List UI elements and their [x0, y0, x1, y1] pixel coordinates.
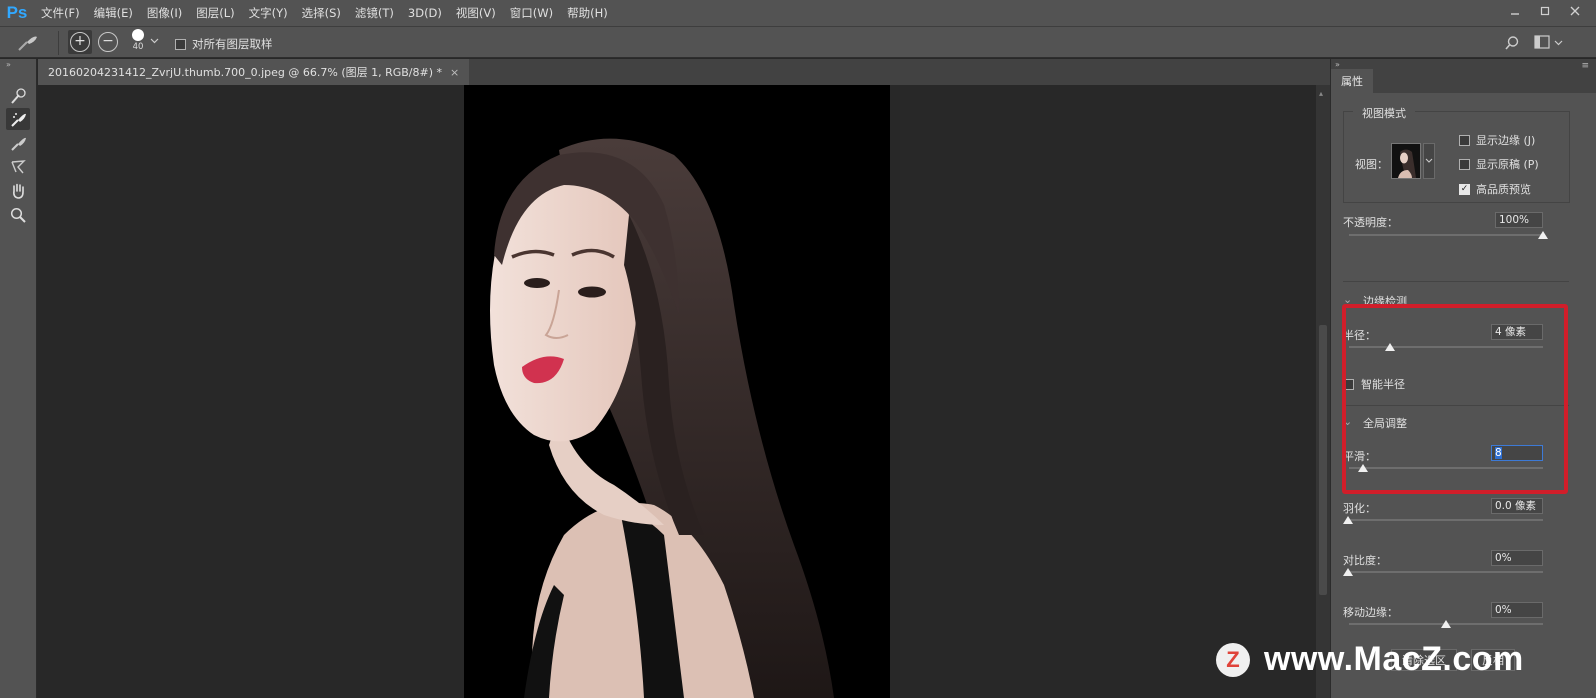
show-original-checkbox[interactable] — [1459, 158, 1470, 170]
brush-tip-icon — [132, 29, 144, 41]
high-quality-option[interactable]: ✓ 高品质预览 — [1459, 181, 1531, 197]
brush-size-picker[interactable]: 40 — [126, 29, 150, 52]
collapse-toolbar-icon[interactable]: » — [6, 60, 11, 69]
high-quality-checkbox[interactable]: ✓ — [1459, 183, 1470, 195]
window-controls — [1500, 2, 1590, 22]
view-mode-title: 视图模式 — [1353, 105, 1415, 121]
opacity-label: 不透明度： — [1343, 216, 1398, 229]
high-quality-label: 高品质预览 — [1476, 183, 1531, 196]
opacity-field[interactable]: 100% — [1495, 212, 1543, 228]
shift-edge-slider-thumb[interactable] — [1441, 620, 1451, 628]
close-icon[interactable] — [1560, 2, 1590, 22]
feather-slider[interactable] — [1349, 519, 1543, 521]
lasso-icon[interactable] — [6, 156, 30, 178]
portrait-thumbnail-icon — [1392, 144, 1420, 178]
document-image — [464, 85, 890, 698]
opacity-slider-thumb[interactable] — [1538, 231, 1548, 239]
portrait-photo — [490, 138, 834, 698]
menu-3d[interactable]: 3D(D) — [401, 6, 449, 20]
options-divider — [58, 31, 59, 55]
feather-slider-thumb[interactable] — [1343, 516, 1353, 524]
canvas-area[interactable] — [38, 85, 1316, 698]
search-icon[interactable] — [1504, 35, 1520, 54]
menu-file[interactable]: 文件(F) — [34, 5, 87, 21]
scrollbar-thumb[interactable] — [1319, 325, 1327, 595]
menu-image[interactable]: 图像(I) — [140, 5, 189, 21]
watermark-text: www.MacZ.com — [1264, 640, 1524, 678]
zoom-icon[interactable] — [6, 204, 30, 226]
view-dropdown[interactable] — [1423, 143, 1435, 179]
hand-icon[interactable] — [6, 180, 30, 202]
opacity-slider[interactable] — [1349, 234, 1543, 236]
document-tab-bar: 20160204231412_ZvrjU.thumb.700_0.jpeg @ … — [38, 59, 1330, 85]
sample-all-layers-checkbox[interactable] — [175, 38, 186, 50]
options-bar: + − 40 对所有图层取样 — [0, 26, 1596, 58]
scroll-up-icon[interactable]: ▴ — [1319, 89, 1323, 98]
feather-field[interactable]: 0.0 像素 — [1491, 498, 1543, 514]
contrast-field[interactable]: 0% — [1491, 550, 1543, 566]
menu-edit[interactable]: 编辑(E) — [87, 5, 140, 21]
chevron-down-icon — [1554, 40, 1563, 45]
tools-panel: » — [0, 59, 37, 698]
show-original-label: 显示原稿 (P) — [1476, 158, 1539, 171]
macz-logo-icon: Z — [1216, 642, 1250, 677]
document-tab[interactable]: 20160204231412_ZvrjU.thumb.700_0.jpeg @ … — [38, 59, 470, 85]
view-label: 视图： — [1355, 158, 1388, 171]
shift-edge-field[interactable]: 0% — [1491, 602, 1543, 618]
refine-brush-preset-icon[interactable] — [16, 33, 40, 56]
add-to-selection-button[interactable]: + — [68, 30, 92, 54]
menu-type[interactable]: 文字(Y) — [242, 5, 295, 21]
subtract-from-selection-button[interactable]: − — [98, 32, 118, 52]
shift-edge-label: 移动边缘： — [1343, 606, 1398, 619]
show-original-option[interactable]: 显示原稿 (P) — [1459, 156, 1539, 172]
minimize-icon[interactable] — [1500, 2, 1530, 22]
contrast-slider[interactable] — [1349, 571, 1543, 573]
photoshop-logo: Ps — [6, 3, 28, 22]
workspace-icon — [1534, 35, 1550, 49]
quick-selection-brush-icon[interactable] — [6, 85, 30, 107]
highlight-annotation-box — [1342, 304, 1568, 494]
contrast-slider-thumb[interactable] — [1343, 568, 1353, 576]
refine-edge-brush-icon[interactable] — [6, 108, 30, 130]
show-edge-option[interactable]: 显示边缘 (J) — [1459, 132, 1535, 148]
sample-all-layers-option[interactable]: 对所有图层取样 — [175, 36, 273, 52]
document-title: 20160204231412_ZvrjU.thumb.700_0.jpeg @ … — [48, 66, 443, 79]
collapse-panel-icon[interactable]: » — [1335, 60, 1340, 69]
menu-bar: Ps 文件(F) 编辑(E) 图像(I) 图层(L) 文字(Y) 选择(S) 滤… — [0, 0, 1596, 26]
watermark: Z www.MacZ.com — [1216, 640, 1524, 679]
menu-filter[interactable]: 滤镜(T) — [348, 5, 401, 21]
brush-icon[interactable] — [6, 132, 30, 154]
vertical-scrollbar[interactable]: ▴ — [1316, 85, 1330, 698]
panel-tab-bar: » 属性 ≡ — [1331, 59, 1596, 93]
contrast-label: 对比度： — [1343, 554, 1387, 567]
view-thumbnail[interactable] — [1391, 143, 1421, 179]
workspace-switcher[interactable] — [1534, 35, 1563, 49]
sample-all-layers-label: 对所有图层取样 — [192, 37, 273, 51]
brush-size-value: 40 — [132, 42, 144, 52]
restore-icon[interactable] — [1530, 2, 1560, 22]
panel-menu-icon[interactable]: ≡ — [1581, 61, 1589, 71]
chevron-down-icon — [1425, 158, 1433, 163]
show-edge-checkbox[interactable] — [1459, 134, 1470, 146]
menu-view[interactable]: 视图(V) — [449, 5, 503, 21]
plus-icon: + — [70, 32, 90, 52]
tab-properties[interactable]: 属性 — [1331, 69, 1373, 93]
menu-select[interactable]: 选择(S) — [295, 5, 348, 21]
menu-layer[interactable]: 图层(L) — [189, 5, 241, 21]
close-tab-icon[interactable]: × — [450, 66, 459, 79]
chevron-down-icon[interactable] — [150, 35, 159, 48]
show-edge-label: 显示边缘 (J) — [1476, 134, 1536, 147]
menu-help[interactable]: 帮助(H) — [560, 5, 615, 21]
section-divider — [1343, 281, 1569, 282]
watermark-logo-letter: Z — [1226, 646, 1240, 672]
feather-label: 羽化： — [1343, 502, 1376, 515]
menu-window[interactable]: 窗口(W) — [503, 5, 560, 21]
